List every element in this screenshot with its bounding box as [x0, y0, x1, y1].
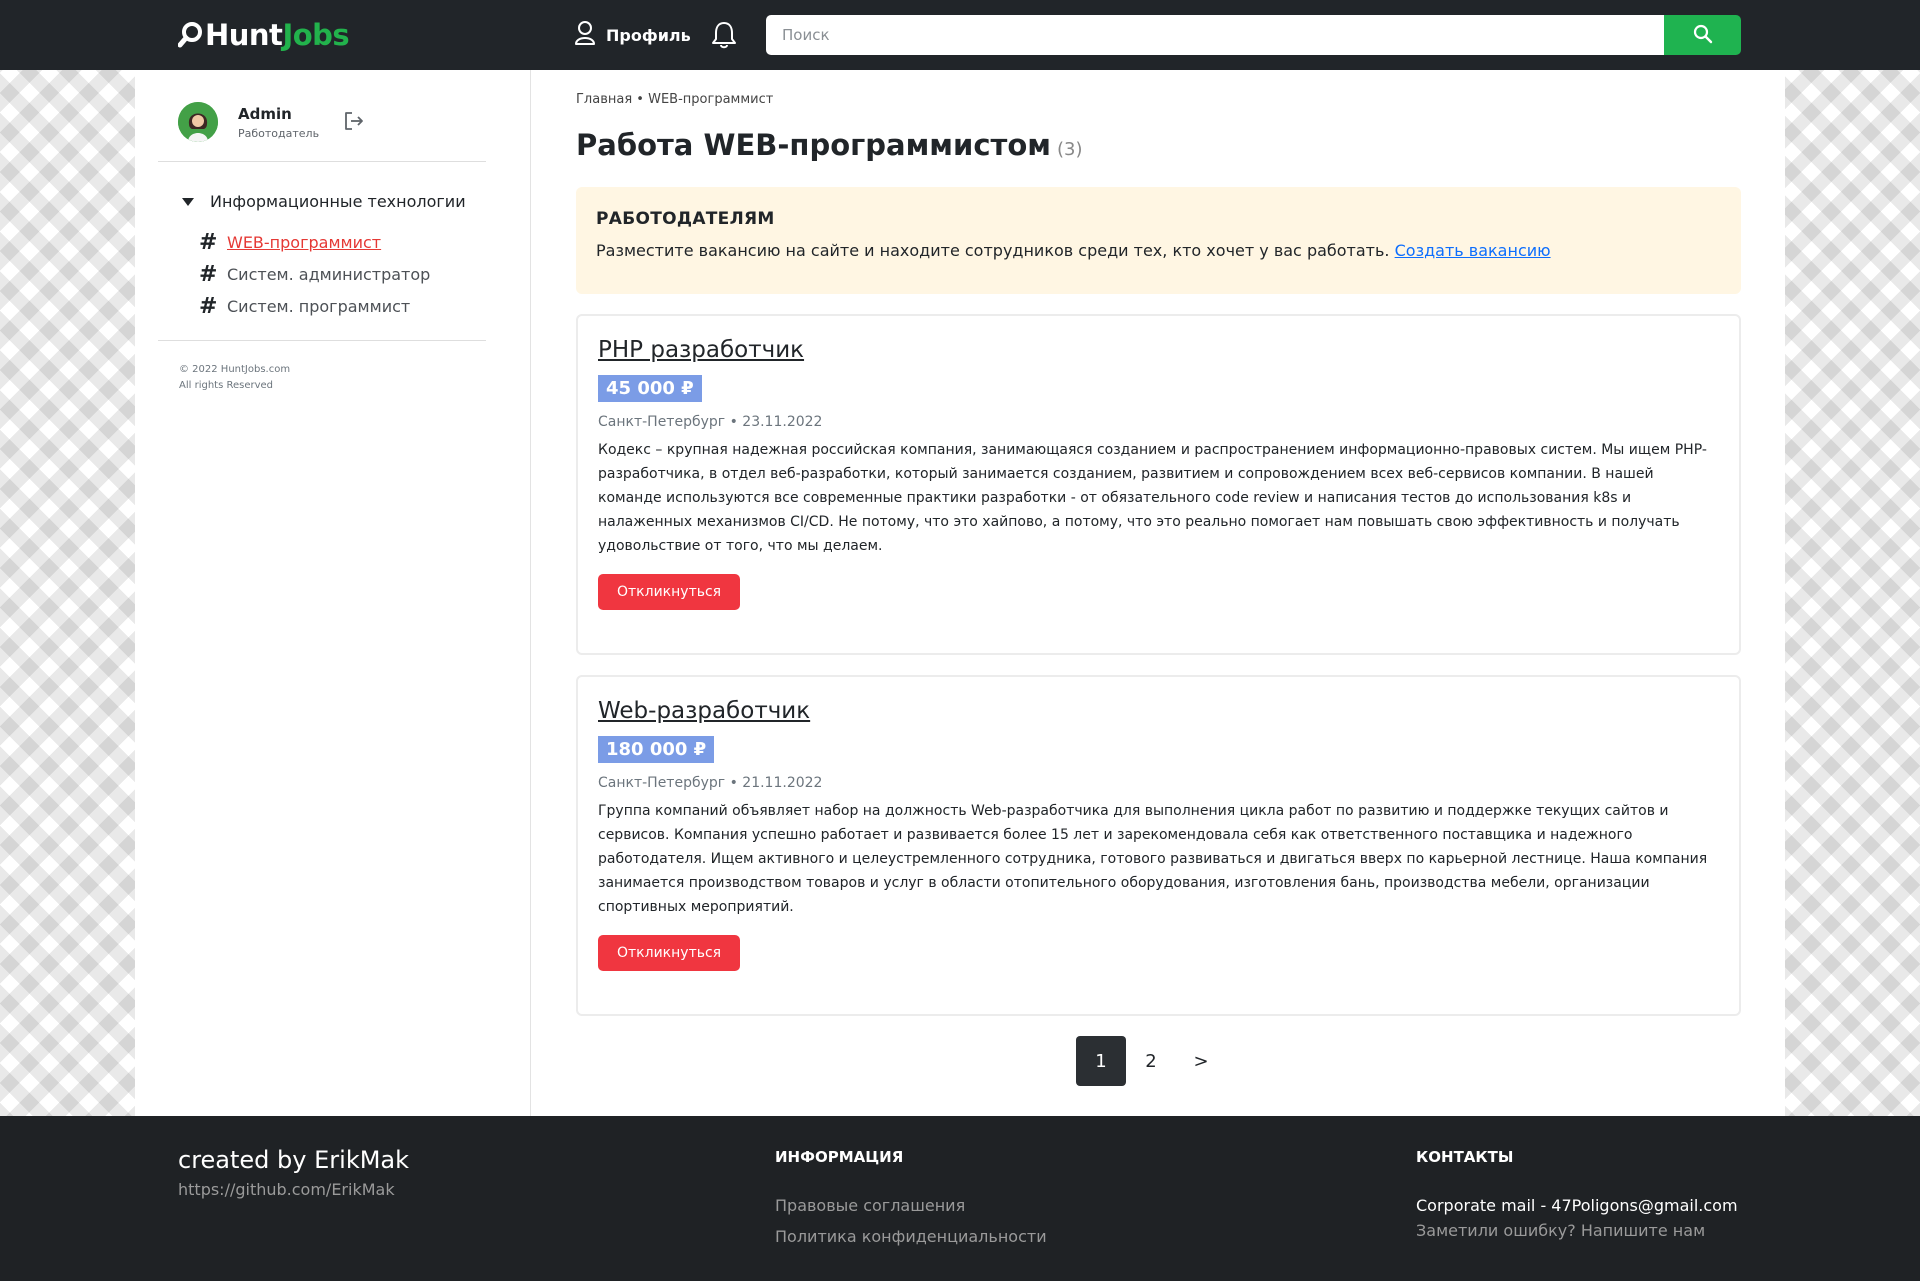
create-vacancy-link[interactable]: Создать вакансию: [1395, 241, 1551, 260]
breadcrumb-current: WEB-программист: [648, 92, 774, 107]
hash-icon: #: [199, 261, 218, 287]
employer-text-body: Разместите вакансию на сайте и находите …: [596, 241, 1390, 260]
vacancy-meta: Санкт-Петербург • 21.11.2022: [598, 775, 823, 791]
hash-icon: #: [199, 229, 218, 255]
privacy-link[interactable]: Политика конфиденциальности: [775, 1227, 1047, 1246]
sidebar-item-sysprogrammer[interactable]: # Систем. программист: [199, 290, 430, 322]
avatar[interactable]: [178, 102, 218, 142]
vacancy-card: PHP разработчик 45 000 ₽ Санкт-Петербург…: [576, 314, 1741, 655]
page-button-2[interactable]: 2: [1126, 1036, 1176, 1086]
legal-link[interactable]: Правовые соглашения: [775, 1196, 1047, 1215]
logout-icon[interactable]: [343, 110, 365, 132]
respond-button[interactable]: Откликнуться: [598, 574, 741, 610]
top-navbar: Hunt Jobs Профиль: [0, 0, 1920, 70]
vacancy-title-link[interactable]: PHP разработчик: [598, 337, 804, 363]
profile-label: Профиль: [606, 25, 691, 45]
vacancy-meta: Санкт-Петербург • 23.11.2022: [598, 414, 823, 430]
user-role: Работодатель: [238, 126, 320, 140]
page-title: Работа WEB-программистом (3): [576, 128, 1082, 162]
copyright: © 2022 HuntJobs.com All rights Reserved: [179, 362, 290, 394]
sidebar-divider: [158, 340, 486, 341]
category-label: Информационные технологии: [210, 192, 466, 211]
vacancy-description: Кодекс – крупная надежная российская ком…: [598, 442, 1707, 554]
bell-icon[interactable]: [711, 20, 737, 50]
caret-down-icon: [182, 197, 194, 206]
site-logo[interactable]: Hunt Jobs: [177, 18, 350, 52]
user-name: Admin: [238, 104, 292, 123]
vacancy-card: Web-разработчик 180 000 ₽ Санкт-Петербур…: [576, 675, 1741, 1016]
profile-link[interactable]: Профиль: [574, 18, 691, 52]
sidebar-item-label: WEB-программист: [227, 232, 382, 252]
next-page-button[interactable]: >: [1176, 1036, 1226, 1086]
category-toggle[interactable]: Информационные технологии: [182, 192, 466, 211]
employer-heading: РАБОТОДАТЕЛЯМ: [596, 209, 775, 229]
breadcrumb-home[interactable]: Главная: [576, 92, 632, 107]
respond-button[interactable]: Откликнуться: [598, 935, 741, 971]
magnifier-logo-icon: [177, 20, 204, 50]
user-icon: [574, 20, 596, 50]
footer-contacts: КОНТАКТЫ Corporate mail - 47Poligons@gma…: [1416, 1148, 1738, 1240]
sidebar-item-web-programmer[interactable]: # WEB-программист: [199, 226, 430, 258]
page-button-1[interactable]: 1: [1076, 1036, 1126, 1086]
footer: created by ErikMak https://github.com/Er…: [0, 1116, 1920, 1281]
info-heading: ИНФОРМАЦИЯ: [775, 1148, 904, 1166]
sidebar-item-label: Систем. программист: [227, 296, 411, 316]
vacancy-count: (3): [1056, 139, 1083, 160]
vacancy-description: Группа компаний объявляет набор на должн…: [598, 803, 1708, 915]
contacts-heading: КОНТАКТЫ: [1416, 1148, 1514, 1166]
subcategory-list: # WEB-программист # Систем. администрато…: [199, 226, 430, 322]
employer-notice: РАБОТОДАТЕЛЯМ Разместите вакансию на сай…: [576, 187, 1741, 294]
breadcrumb: Главная • WEB-программист: [576, 92, 773, 107]
sidebar-item-sysadmin[interactable]: # Систем. администратор: [199, 258, 430, 290]
search-button[interactable]: [1664, 15, 1741, 55]
page-title-text: Работа WEB-программистом: [576, 128, 1051, 162]
footer-info: ИНФОРМАЦИЯ Правовые соглашения Политика …: [775, 1148, 1047, 1246]
sidebar: Admin Работодатель Информационные технол…: [135, 70, 531, 1116]
search-icon: [1693, 24, 1713, 47]
user-block: Admin Работодатель: [178, 100, 319, 144]
rights-line: All rights Reserved: [179, 380, 274, 391]
corporate-mail[interactable]: Corporate mail - 47Poligons@gmail.com: [1416, 1196, 1738, 1215]
sidebar-item-label: Систем. администратор: [227, 264, 431, 284]
search-input[interactable]: [766, 15, 1664, 55]
pagination: 1 2 >: [1076, 1036, 1226, 1086]
employer-text: Разместите вакансию на сайте и находите …: [596, 241, 1721, 260]
search-bar: [766, 15, 1741, 55]
hash-icon: #: [199, 293, 218, 319]
page-container: Admin Работодатель Информационные технол…: [135, 70, 1785, 1116]
salary-badge: 45 000 ₽: [598, 375, 702, 402]
footer-author: created by ErikMak https://github.com/Er…: [178, 1146, 409, 1199]
sidebar-divider: [158, 161, 486, 162]
vacancy-title-link[interactable]: Web-разработчик: [598, 698, 810, 724]
user-info: Admin Работодатель: [238, 105, 319, 140]
author-text: created by ErikMak: [178, 1146, 410, 1174]
logo-text-jobs: Jobs: [282, 18, 350, 52]
logo-text-hunt: Hunt: [205, 18, 283, 52]
breadcrumb-separator: •: [636, 92, 644, 107]
github-link[interactable]: https://github.com/ErikMak: [178, 1180, 409, 1199]
report-error-link[interactable]: Заметили ошибку? Напишите нам: [1416, 1221, 1738, 1240]
salary-badge: 180 000 ₽: [598, 736, 715, 763]
copyright-line: © 2022 HuntJobs.com: [179, 364, 291, 375]
